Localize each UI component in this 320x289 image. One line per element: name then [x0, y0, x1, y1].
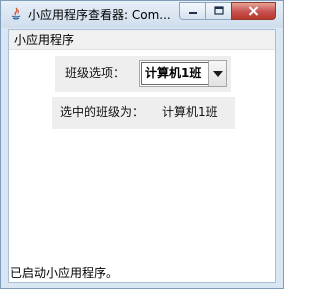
applet-client-area: 小应用程序 班级选项： 计算机1班 选中的班级为： 计算机1班 已启动小应用程序…: [8, 29, 276, 283]
combo-dropdown-button[interactable]: [208, 61, 226, 86]
class-combo-value[interactable]: 计算机1班: [141, 62, 209, 85]
selected-class-panel: 选中的班级为： 计算机1班: [52, 97, 235, 129]
menu-applet[interactable]: 小应用程序: [14, 33, 74, 48]
selected-class-value: 计算机1班: [162, 105, 218, 119]
status-text: 已启动小应用程序。: [10, 266, 119, 280]
status-bar: 已启动小应用程序。: [9, 264, 275, 282]
applet-viewer-window: 小应用程序查看器: Com... 小应用程序 班级选项： 计算机1班 选中的班级…: [0, 0, 284, 289]
minimize-icon: [188, 12, 197, 14]
close-icon: [248, 6, 259, 16]
maximize-icon: [213, 6, 224, 15]
window-controls: [179, 2, 276, 20]
java-icon[interactable]: [9, 7, 23, 21]
class-combo-box[interactable]: 计算机1班: [139, 60, 227, 87]
title-bar[interactable]: 小应用程序查看器: Com...: [1, 1, 283, 28]
close-button[interactable]: [231, 2, 276, 20]
minimize-button[interactable]: [179, 2, 205, 20]
class-select-panel: 班级选项： 计算机1班: [55, 56, 231, 92]
window-title: 小应用程序查看器: Com...: [28, 8, 171, 22]
menu-bar: 小应用程序: [9, 30, 275, 50]
class-select-label: 班级选项：: [65, 66, 126, 80]
maximize-button[interactable]: [205, 2, 231, 20]
chevron-down-icon: [212, 70, 223, 77]
selected-class-label: 选中的班级为：: [60, 105, 145, 119]
